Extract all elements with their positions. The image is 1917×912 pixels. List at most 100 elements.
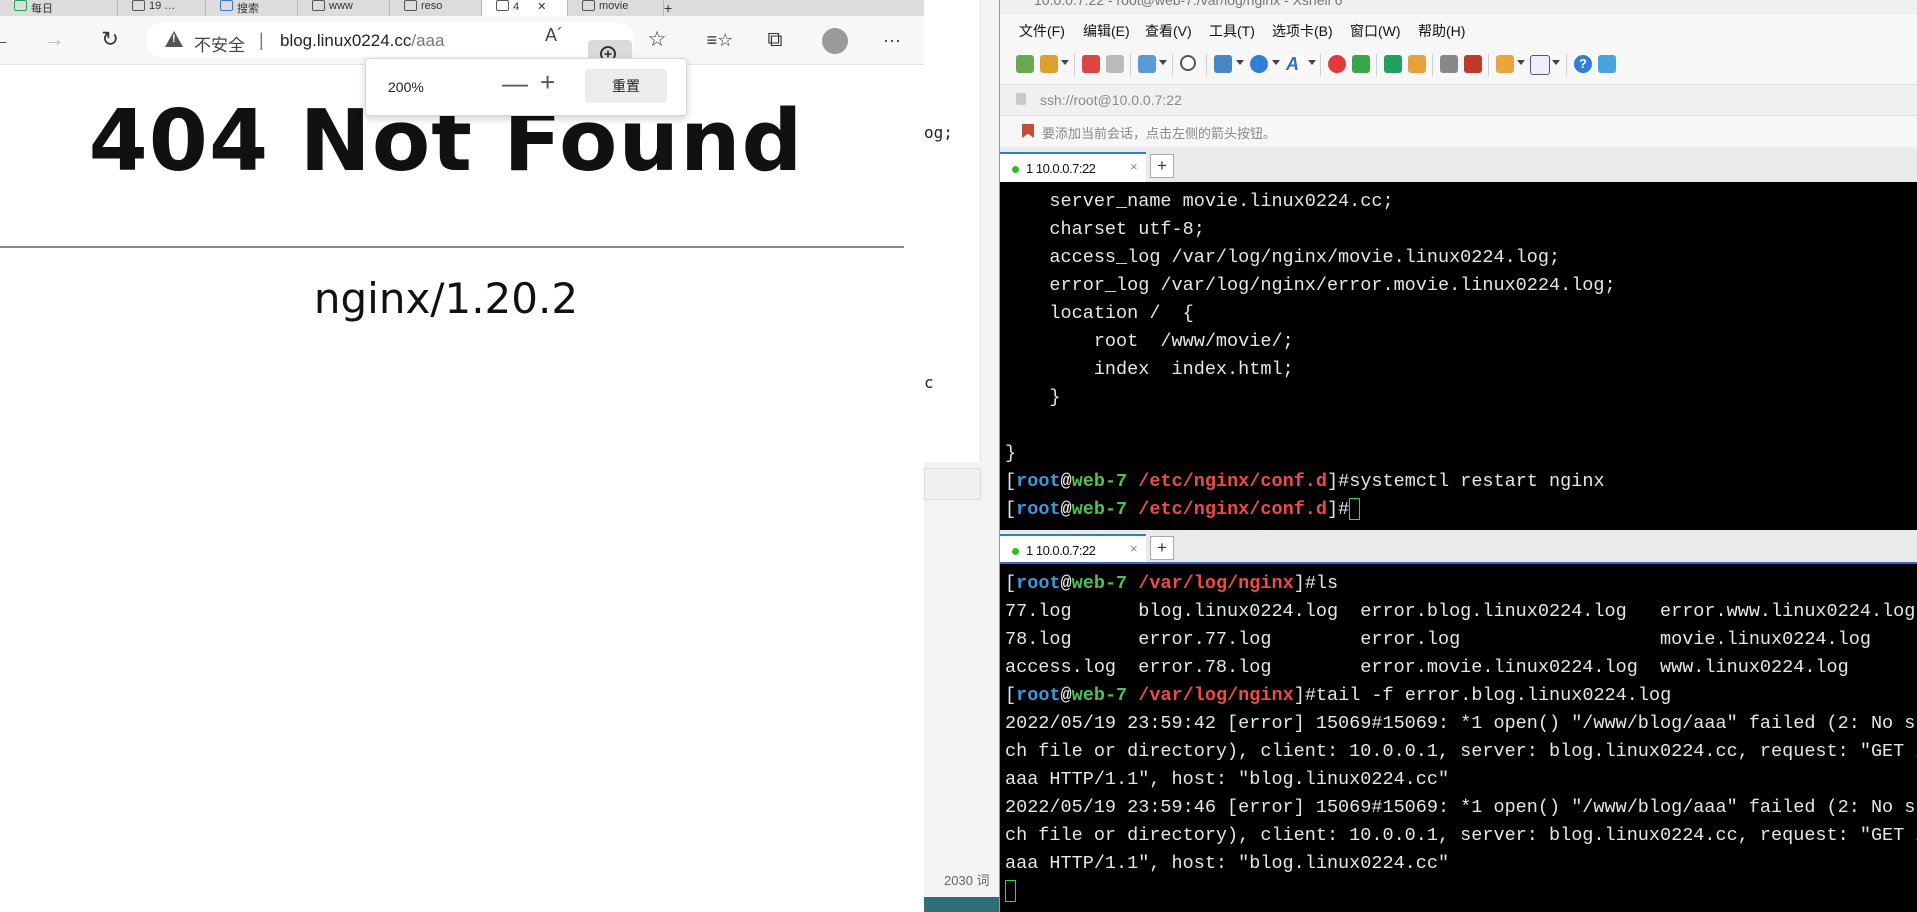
- tab-title: 搜索: [237, 3, 259, 15]
- menu-view[interactable]: 查看(V): [1145, 21, 1192, 41]
- toolbar-separator: [1376, 54, 1377, 76]
- menu-edit[interactable]: 编辑(E): [1083, 21, 1130, 41]
- word-count-status: 2030 词: [944, 873, 990, 888]
- dropdown-arrow-icon[interactable]: [1236, 60, 1244, 65]
- address-bar[interactable]: 不安全 | blog.linux0224.cc/aaa A´: [145, 23, 635, 57]
- browser-tab[interactable]: reso: [390, 0, 482, 16]
- terminal-line: index index.html;: [1005, 359, 1294, 380]
- browser-tab[interactable]: movie: [568, 0, 664, 16]
- lock-icon[interactable]: [1408, 55, 1426, 73]
- terminal-pane-2[interactable]: [root@web-7 /var/log/nginx]#ls 77.log bl…: [1000, 564, 1917, 912]
- dropdown-arrow-icon[interactable]: [1272, 60, 1280, 65]
- ssh-address[interactable]: ssh://root@10.0.0.7:22: [1040, 92, 1182, 108]
- menu-window[interactable]: 窗口(W): [1350, 21, 1401, 41]
- session-address-bar[interactable]: ssh://root@10.0.0.7:22: [1000, 85, 1917, 116]
- browser-tab-active[interactable]: 4 ✕: [482, 0, 568, 16]
- toolbar-separator: [1488, 54, 1489, 76]
- divider: [0, 246, 904, 248]
- back-icon[interactable]: ←: [0, 24, 16, 56]
- new-tab-icon[interactable]: [1138, 55, 1156, 73]
- help-icon[interactable]: ?: [1574, 55, 1592, 73]
- dropdown-arrow-icon[interactable]: [1517, 60, 1525, 65]
- prompt-command: #tail -f error.blog.linux0224.log: [1304, 685, 1672, 706]
- browser-tab[interactable]: 每日: [0, 0, 118, 16]
- add-favorite-icon[interactable]: ☆: [641, 24, 673, 56]
- xftp-icon[interactable]: [1328, 55, 1346, 73]
- read-aloud-icon[interactable]: A´: [545, 25, 563, 46]
- browser-tab[interactable]: 搜索: [206, 0, 298, 16]
- disconnect-icon[interactable]: [1106, 55, 1124, 73]
- browser-tab[interactable]: 19 …: [118, 0, 206, 16]
- forward-icon[interactable]: →: [38, 24, 70, 56]
- close-tab-icon[interactable]: ×: [1130, 541, 1138, 556]
- open-folder-icon[interactable]: [1040, 55, 1058, 73]
- editor-scrollbar[interactable]: [924, 468, 981, 500]
- security-status[interactable]: 不安全: [194, 31, 245, 56]
- terminal-line: }: [1005, 387, 1061, 408]
- prompt-command: #: [1338, 499, 1350, 520]
- refresh-icon[interactable]: ↻: [94, 24, 126, 56]
- zoom-out-button[interactable]: —: [502, 68, 528, 99]
- log-output-line: aaa HTTP/1.1", host: "blog.linux0224.cc": [1005, 769, 1450, 790]
- find-icon[interactable]: [1180, 55, 1196, 71]
- globe-icon[interactable]: [1250, 55, 1268, 73]
- fullscreen-icon[interactable]: [1384, 55, 1402, 73]
- server-signature: nginx/1.20.2: [313, 274, 579, 323]
- menu-file[interactable]: 文件(F): [1019, 21, 1065, 41]
- layout-icon[interactable]: [1214, 55, 1232, 73]
- url-text[interactable]: blog.linux0224.cc/aaa: [280, 31, 444, 51]
- profile-avatar-icon[interactable]: [822, 28, 848, 54]
- transfer-icon[interactable]: [1352, 55, 1370, 73]
- zoom-reset-button[interactable]: 重置: [585, 69, 667, 103]
- favorites-icon[interactable]: ≡☆: [704, 24, 736, 56]
- dropdown-arrow-icon[interactable]: [1308, 60, 1316, 65]
- dropdown-arrow-icon[interactable]: [1061, 60, 1069, 65]
- tab-favicon-icon: [132, 0, 145, 11]
- close-tab-icon[interactable]: ×: [1130, 159, 1138, 174]
- new-session-icon[interactable]: [1016, 55, 1034, 73]
- menu-tabs[interactable]: 选项卡(B): [1272, 21, 1333, 41]
- editor-text-fragment: c: [924, 373, 934, 392]
- terminal-line: location / {: [1005, 303, 1194, 324]
- terminal-pane-1[interactable]: server_name movie.linux0224.cc; charset …: [1000, 182, 1917, 530]
- prompt-user: root: [1016, 685, 1061, 706]
- session-tab[interactable]: 1 10.0.0.7:22 ×: [1000, 152, 1146, 182]
- add-session-button[interactable]: +: [1150, 536, 1174, 560]
- tab-close-icon[interactable]: ✕: [537, 1, 546, 13]
- zoom-in-button[interactable]: +: [540, 67, 555, 98]
- more-menu-icon[interactable]: ···: [876, 24, 908, 56]
- log-output-line: 2022/05/19 23:59:42 [error] 15069#15069:…: [1005, 713, 1917, 734]
- prompt-command: #systemctl restart nginx: [1338, 471, 1605, 492]
- tab-title: 19 …: [149, 0, 176, 12]
- tab-title: movie: [599, 0, 629, 12]
- bookmark-icon[interactable]: [1022, 124, 1034, 138]
- dropdown-arrow-icon[interactable]: [1552, 60, 1560, 65]
- browser-tab[interactable]: www: [298, 0, 390, 16]
- terminal-line: error_log /var/log/nginx/error.movie.lin…: [1005, 275, 1616, 296]
- new-tab-button[interactable]: +: [664, 0, 688, 16]
- prompt-command: #ls: [1304, 573, 1339, 594]
- terminal-line: access_log /var/log/nginx/movie.linux022…: [1005, 247, 1561, 268]
- ls-output-row: 77.log blog.linux0224.log error.blog.lin…: [1005, 601, 1916, 622]
- keyboard-icon[interactable]: [1440, 55, 1458, 73]
- highlight-icon[interactable]: [1464, 55, 1482, 73]
- xshell-window: 10.0.0.7:22 - root@web-7:/var/log/nginx …: [999, 0, 1917, 912]
- collections-icon[interactable]: ⧉: [759, 24, 791, 56]
- menu-tools[interactable]: 工具(T): [1209, 21, 1255, 41]
- dropdown-arrow-icon[interactable]: [1159, 60, 1167, 65]
- warning-icon[interactable]: [165, 31, 183, 47]
- window-layout-icon[interactable]: [1530, 55, 1550, 75]
- prompt-user: root: [1016, 573, 1061, 594]
- prompt-host: web-7: [1071, 573, 1128, 594]
- compose-icon[interactable]: [1496, 55, 1514, 73]
- chat-icon[interactable]: [1598, 55, 1616, 73]
- menu-help[interactable]: 帮助(H): [1418, 21, 1465, 41]
- taskbar-strip: [924, 897, 1000, 912]
- connect-icon[interactable]: [1082, 55, 1100, 73]
- toolbar-separator: [1320, 54, 1321, 76]
- tab-title: reso: [421, 0, 443, 12]
- terminal-line: charset utf-8;: [1005, 219, 1205, 240]
- session-tab[interactable]: 1 10.0.0.7:22 ×: [1000, 534, 1146, 564]
- add-session-button[interactable]: +: [1150, 154, 1174, 178]
- font-icon[interactable]: A: [1286, 55, 1304, 73]
